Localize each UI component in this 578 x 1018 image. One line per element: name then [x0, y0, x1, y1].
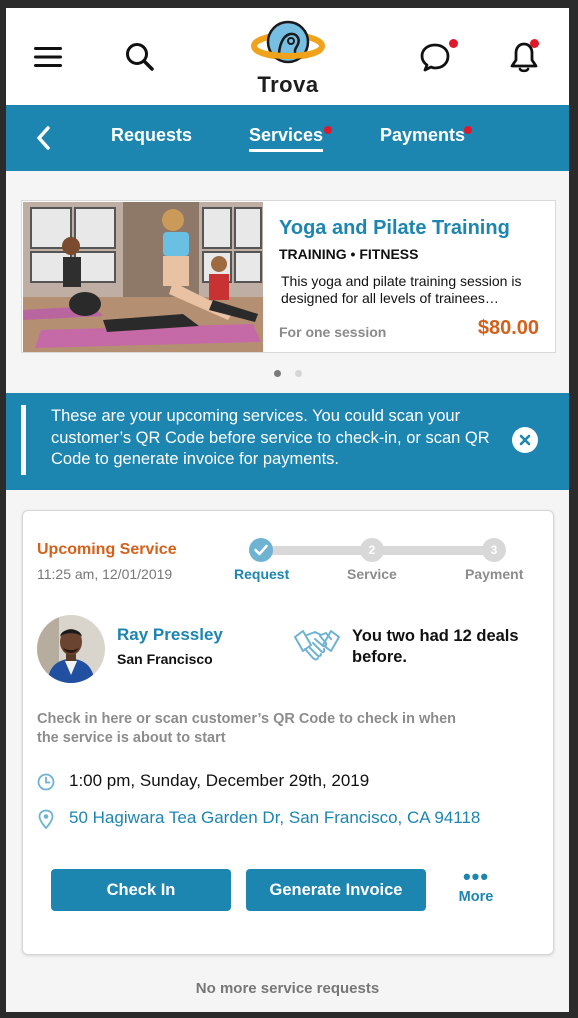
logo-mark-icon — [251, 20, 325, 64]
bell-notification-dot — [530, 39, 539, 48]
customer-name[interactable]: Ray Pressley — [117, 625, 223, 645]
step-number-3: 3 — [482, 538, 506, 562]
more-label: More — [458, 889, 494, 905]
check-in-instruction: Check in here or scan customer’s QR Code… — [37, 711, 457, 746]
app-screen: Trova Requests Services Payments Yoga an… — [6, 8, 569, 1012]
logo-text: Trova — [257, 72, 319, 97]
featured-price-unit: For one session — [279, 324, 387, 340]
step-check-icon — [249, 538, 273, 562]
upcoming-service-card: Upcoming Service 11:25 am, 12/01/2019 2 … — [22, 510, 554, 955]
hamburger-menu-icon[interactable] — [28, 37, 68, 77]
upcoming-service-time: 11:25 am, 12/01/2019 — [37, 566, 173, 582]
more-button[interactable]: ••• More — [451, 864, 501, 906]
clock-icon — [37, 773, 55, 791]
step-connector — [267, 546, 363, 555]
featured-description: This yoga and pilate training session is… — [281, 273, 522, 306]
end-of-list-text: No more service requests — [195, 980, 380, 997]
more-dots-icon: ••• — [462, 864, 490, 889]
banner-text: These are your upcoming services. You co… — [51, 407, 490, 468]
step-label-service: Service — [347, 566, 397, 582]
featured-category: TRAINING • FITNESS — [279, 246, 419, 262]
service-address[interactable]: 50 Hagiwara Tea Garden Dr, San Francisco… — [69, 808, 480, 828]
service-datetime: 1:00 pm, Sunday, December 29th, 2019 — [69, 771, 370, 790]
tab-services-badge — [324, 126, 332, 134]
search-icon[interactable] — [120, 37, 160, 77]
step-connector — [379, 546, 495, 555]
banner-accent-bar — [21, 405, 26, 475]
close-icon[interactable] — [512, 427, 538, 453]
check-in-button[interactable]: Check In — [51, 869, 231, 911]
step-label-request: Request — [234, 566, 290, 582]
tab-payments-badge — [464, 126, 472, 134]
customer-city: San Francisco — [117, 651, 213, 667]
top-header: Trova — [6, 8, 569, 105]
location-pin-icon — [37, 809, 55, 830]
featured-price: $80.00 — [477, 317, 539, 339]
chat-notification-dot — [449, 39, 458, 48]
yoga-class-photo — [23, 202, 263, 352]
carousel-dot[interactable] — [295, 370, 302, 377]
carousel-indicator — [274, 370, 302, 377]
tab-services[interactable]: Services — [249, 125, 324, 152]
tab-bar: Requests Services Payments — [6, 105, 569, 171]
featured-service-card[interactable]: Yoga and Pilate Training TRAINING • FITN… — [21, 200, 556, 353]
handshake-icon — [293, 621, 341, 669]
chevron-left-icon[interactable] — [24, 118, 64, 158]
info-banner: These are your upcoming services. You co… — [6, 393, 569, 490]
step-number-2: 2 — [360, 538, 384, 562]
carousel-dot-active[interactable] — [274, 370, 281, 377]
tab-requests[interactable]: Requests — [111, 125, 192, 146]
featured-title: Yoga and Pilate Training — [279, 217, 510, 239]
avatar[interactable] — [37, 615, 105, 683]
tab-payments[interactable]: Payments — [380, 125, 465, 146]
generate-invoice-button[interactable]: Generate Invoice — [246, 869, 426, 911]
trova-logo[interactable]: Trova — [246, 20, 330, 97]
upcoming-service-title: Upcoming Service — [37, 541, 177, 558]
deals-history-text: You two had 12 deals before. — [352, 627, 519, 666]
step-label-payment: Payment — [465, 566, 524, 582]
